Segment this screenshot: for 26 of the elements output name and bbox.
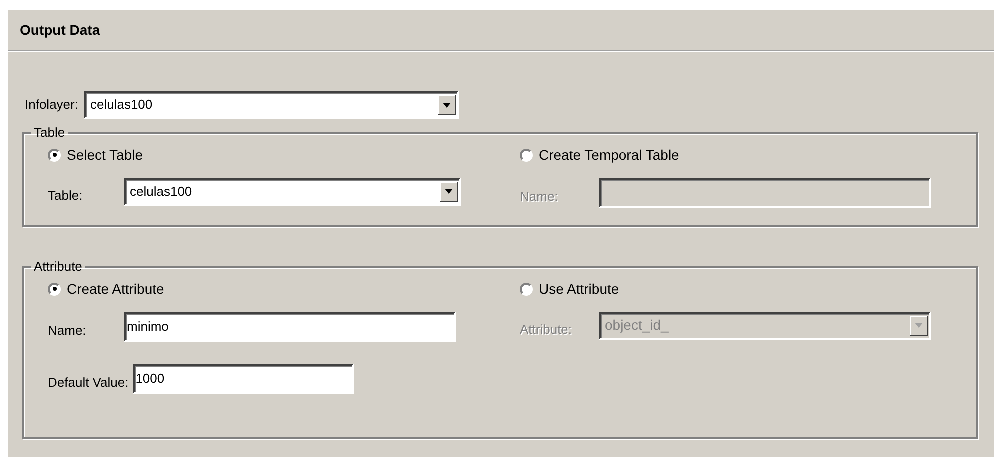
group-title: Table bbox=[33, 124, 66, 142]
dropdown-arrow-button[interactable] bbox=[440, 182, 458, 202]
radio-label: Select Table bbox=[67, 146, 144, 164]
field-label: Attribute: bbox=[520, 320, 574, 339]
field-label: Name: bbox=[48, 322, 88, 340]
field-label: Default Value: bbox=[48, 374, 129, 392]
input-field[interactable]: 1000 bbox=[132, 364, 354, 394]
radio-button[interactable] bbox=[48, 282, 61, 296]
field-label: Name: bbox=[520, 188, 560, 206]
dropdown-arrow-button[interactable] bbox=[438, 95, 456, 115]
radio-label: Use Attribute bbox=[539, 280, 620, 298]
radio-label: Create Attribute bbox=[67, 280, 164, 298]
field-label: Table: bbox=[48, 186, 84, 205]
dropdown[interactable]: celulas100 bbox=[124, 178, 461, 206]
field-label: Infolayer: bbox=[25, 96, 78, 114]
caret-icon bbox=[445, 189, 453, 194]
group-title: Attribute bbox=[33, 258, 84, 276]
dropdown[interactable]: celulas100 bbox=[84, 91, 460, 119]
caret-icon bbox=[443, 102, 452, 108]
input-field[interactable]: minimo bbox=[124, 312, 456, 342]
radio-label: Create Temporal Table bbox=[539, 146, 680, 165]
caret-icon bbox=[915, 323, 923, 328]
radio-button[interactable] bbox=[520, 282, 533, 296]
radio-button[interactable] bbox=[520, 148, 533, 162]
section-title: Output Data bbox=[20, 20, 100, 40]
radio-button[interactable] bbox=[48, 148, 61, 162]
